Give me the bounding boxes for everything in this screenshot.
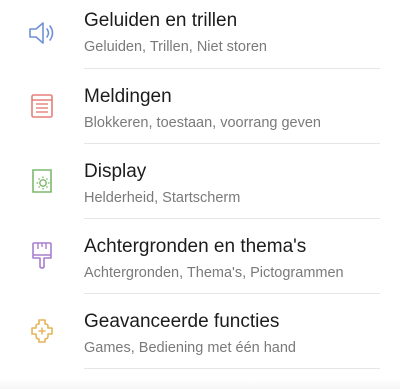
settings-item-title: Achtergronden en thema's bbox=[84, 236, 307, 257]
settings-item-subtitle: Games, Bediening met één hand bbox=[84, 340, 296, 356]
settings-item-advanced-features[interactable]: Geavanceerde functies Games, Bediening m… bbox=[0, 294, 400, 369]
settings-list: Geluiden en trillen Geluiden, Trillen, N… bbox=[0, 0, 400, 369]
speaker-icon bbox=[25, 16, 59, 50]
settings-item-title: Geluiden en trillen bbox=[84, 10, 238, 31]
settings-item-subtitle: Blokkeren, toestaan, voorrang geven bbox=[84, 115, 321, 131]
puzzle-plus-icon bbox=[25, 314, 59, 348]
settings-item-display[interactable]: Display Helderheid, Startscherm bbox=[0, 144, 400, 219]
settings-item-subtitle: Achtergronden, Thema's, Pictogrammen bbox=[84, 265, 344, 281]
settings-item-title: Geavanceerde functies bbox=[84, 311, 280, 332]
settings-item-wallpapers-themes[interactable]: Achtergronden en thema's Achtergronden, … bbox=[0, 219, 400, 294]
display-brightness-icon bbox=[25, 164, 59, 198]
settings-item-title: Display bbox=[84, 161, 147, 182]
divider bbox=[84, 368, 380, 369]
settings-item-subtitle: Helderheid, Startscherm bbox=[84, 190, 241, 206]
paintbrush-icon bbox=[25, 239, 59, 273]
bottom-fade bbox=[0, 379, 400, 389]
settings-item-notifications[interactable]: Meldingen Blokkeren, toestaan, voorrang … bbox=[0, 69, 400, 144]
notifications-list-icon bbox=[25, 89, 59, 123]
settings-item-sounds[interactable]: Geluiden en trillen Geluiden, Trillen, N… bbox=[0, 0, 400, 75]
settings-item-subtitle: Geluiden, Trillen, Niet storen bbox=[84, 39, 267, 55]
settings-item-title: Meldingen bbox=[84, 86, 172, 107]
